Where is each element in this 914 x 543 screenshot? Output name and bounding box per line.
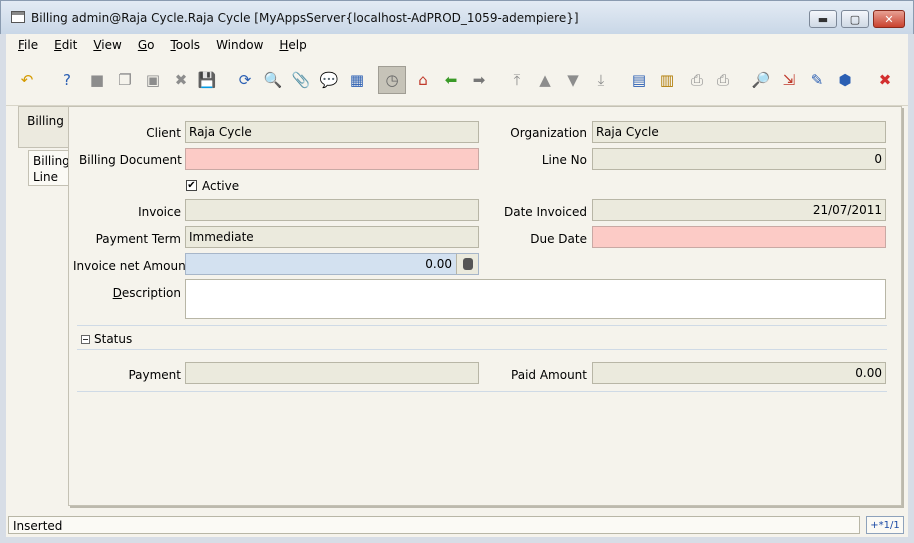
parent-record-icon[interactable]: ⬅ — [440, 69, 462, 91]
main-content: Billing Billing Line Client Raja Cycle O… — [6, 106, 908, 514]
delete-selection-icon[interactable]: ✖ — [170, 69, 192, 91]
window-titlebar: Billing admin@Raja Cycle.Raja Cycle [MyA… — [0, 0, 914, 34]
menu-item-window[interactable]: Window — [208, 38, 271, 52]
organization-label: Organization — [510, 126, 587, 140]
due-date-label: Due Date — [530, 232, 587, 246]
previous-record-icon[interactable]: ▲ — [534, 69, 556, 91]
toolbar: ↶? ■ ❐ ▣ ✖ 💾 ⟳ 🔍 📎 💬 ▦ ◷ ⌂ ⬅ ➡ ⤒ ▲ ▼ ⤓ ▤ ▥ ⎙ ⎙ 🔎 ⇲ ✎ ⬢ ✖ — [6, 56, 908, 106]
menu-bar: File Edit View Go Tools Window Help — [6, 34, 908, 56]
active-workflows-icon[interactable]: ⇲ — [778, 69, 800, 91]
chat-icon[interactable]: 💬 — [318, 69, 340, 91]
exit-icon[interactable]: ✖ — [874, 69, 896, 91]
next-record-icon[interactable]: ▼ — [562, 69, 584, 91]
billing-document-field[interactable] — [185, 148, 479, 170]
print-preview-icon[interactable]: ⎙ — [686, 69, 708, 91]
refresh-icon[interactable]: ⟳ — [234, 69, 256, 91]
date-invoiced-field[interactable]: 21/07/2011 — [592, 199, 886, 221]
tab-strip: Billing Billing Line — [12, 106, 74, 514]
invoice-net-amount-value: 0.00 — [425, 257, 452, 271]
minimize-button[interactable]: ▬ — [809, 10, 837, 28]
invoice-label: Invoice — [138, 205, 181, 219]
maximize-button[interactable]: ▢ — [841, 10, 869, 28]
menu-item-file[interactable]: File — [10, 38, 46, 52]
menu-item-view[interactable]: View — [85, 38, 129, 52]
invoice-field[interactable] — [185, 199, 479, 221]
line-no-label: Line No — [541, 153, 587, 167]
section-divider — [77, 391, 887, 392]
status-bar: Inserted +*1/1 — [6, 514, 908, 537]
client-field[interactable]: Raja Cycle — [185, 121, 479, 143]
last-record-icon[interactable]: ⤓ — [590, 69, 612, 91]
detail-record-icon[interactable]: ➡ — [468, 69, 490, 91]
product-info-icon[interactable]: ✎ — [806, 69, 828, 91]
archive-icon[interactable]: ▥ — [656, 69, 678, 91]
collapse-icon — [81, 334, 90, 344]
payment-term-label: Payment Term — [95, 232, 181, 246]
line-no-field[interactable]: 0 — [592, 148, 886, 170]
minimize-icon: ▬ — [817, 12, 829, 26]
save-icon[interactable]: 💾 — [196, 69, 218, 91]
menu-item-edit[interactable]: Edit — [46, 38, 85, 52]
help-icon[interactable]: ? — [56, 69, 78, 91]
paid-amount-label: Paid Amount — [511, 368, 587, 382]
find-icon[interactable]: 🔍 — [262, 69, 284, 91]
attachment-icon[interactable]: 📎 — [290, 69, 312, 91]
record-panel: Client Raja Cycle Organization Raja Cycl… — [68, 106, 902, 506]
window-app-icon — [11, 11, 25, 23]
tab-billing[interactable]: Billing — [18, 106, 72, 148]
first-record-icon[interactable]: ⤒ — [506, 69, 528, 91]
client-label: Client — [146, 126, 181, 140]
calculator-icon — [462, 258, 473, 270]
payment-term-field[interactable]: Immediate — [185, 226, 479, 248]
copy-record-icon[interactable]: ❐ — [114, 69, 136, 91]
date-invoiced-label: Date Invoiced — [503, 205, 587, 219]
payment-label: Payment — [128, 368, 181, 382]
delete-record-icon[interactable]: ▣ — [142, 69, 164, 91]
status-message: Inserted — [8, 516, 860, 534]
section-divider — [77, 349, 887, 350]
zoom-across-icon[interactable]: 🔎 — [750, 69, 772, 91]
report-icon[interactable]: ▤ — [628, 69, 650, 91]
active-checkbox[interactable]: ✔ — [186, 180, 197, 191]
menu-item-go[interactable]: Go — [130, 38, 163, 52]
record-indicator[interactable]: +*1/1 — [866, 516, 904, 534]
close-icon: ✕ — [884, 12, 894, 26]
due-date-field[interactable] — [592, 226, 886, 248]
organization-field[interactable]: Raja Cycle — [592, 121, 886, 143]
invoice-net-amount-field[interactable]: 0.00 — [185, 253, 479, 275]
close-window-button[interactable]: ✕ — [873, 10, 905, 28]
menu-item-tools[interactable]: Tools — [162, 38, 208, 52]
section-divider — [77, 325, 887, 326]
invoice-net-amount-label: Invoice net Amount — [73, 259, 191, 273]
grid-toggle-icon[interactable]: ▦ — [346, 69, 368, 91]
home-icon[interactable]: ⌂ — [412, 69, 434, 91]
calculator-button[interactable] — [456, 254, 478, 274]
window-title: Billing admin@Raja Cycle.Raja Cycle [MyA… — [31, 11, 579, 25]
maximize-icon: ▢ — [849, 12, 861, 26]
process-icon[interactable]: ⬢ — [834, 69, 856, 91]
undo-icon[interactable]: ↶ — [16, 69, 38, 91]
print-icon[interactable]: ⎙ — [712, 69, 734, 91]
description-field[interactable] — [185, 279, 886, 319]
billing-document-label: Billing Document — [79, 153, 182, 167]
description-label: Description — [112, 286, 181, 300]
menu-item-help[interactable]: Help — [271, 38, 314, 52]
active-label: Active — [202, 179, 240, 193]
new-record-icon[interactable]: ■ — [86, 69, 108, 91]
payment-field[interactable] — [185, 362, 479, 384]
status-section-title: Status — [94, 332, 133, 346]
history-icon[interactable]: ◷ — [378, 66, 406, 94]
paid-amount-field[interactable]: 0.00 — [592, 362, 886, 384]
status-section-header[interactable]: Status — [81, 332, 132, 346]
